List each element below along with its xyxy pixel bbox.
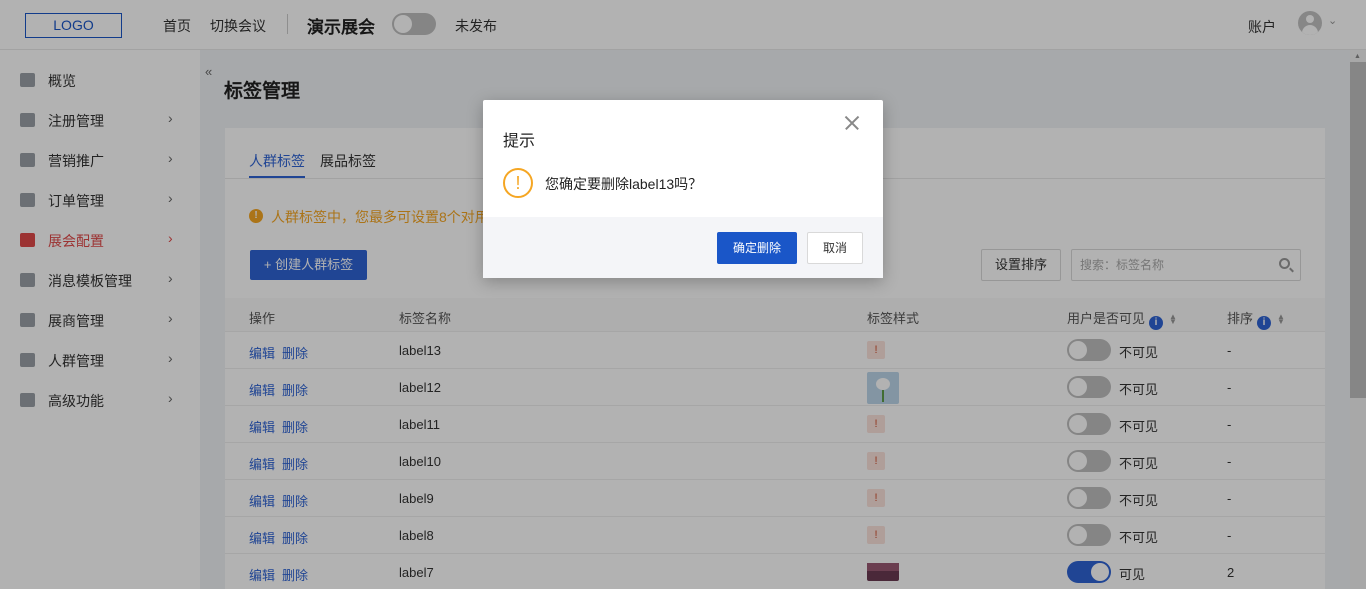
modal-overlay[interactable] <box>0 0 1366 589</box>
confirm-dialog: 提示 ! 您确定要删除label13吗？ 确定删除 取消 <box>483 100 883 278</box>
confirm-delete-button[interactable]: 确定删除 <box>717 232 797 264</box>
warning-icon: ! <box>503 168 533 198</box>
dialog-message: 您确定要删除label13吗？ <box>545 176 703 192</box>
cancel-button[interactable]: 取消 <box>807 232 863 264</box>
close-icon[interactable] <box>843 114 861 132</box>
dialog-title: 提示 <box>503 133 536 150</box>
dialog-footer: 确定删除 取消 <box>483 217 883 278</box>
